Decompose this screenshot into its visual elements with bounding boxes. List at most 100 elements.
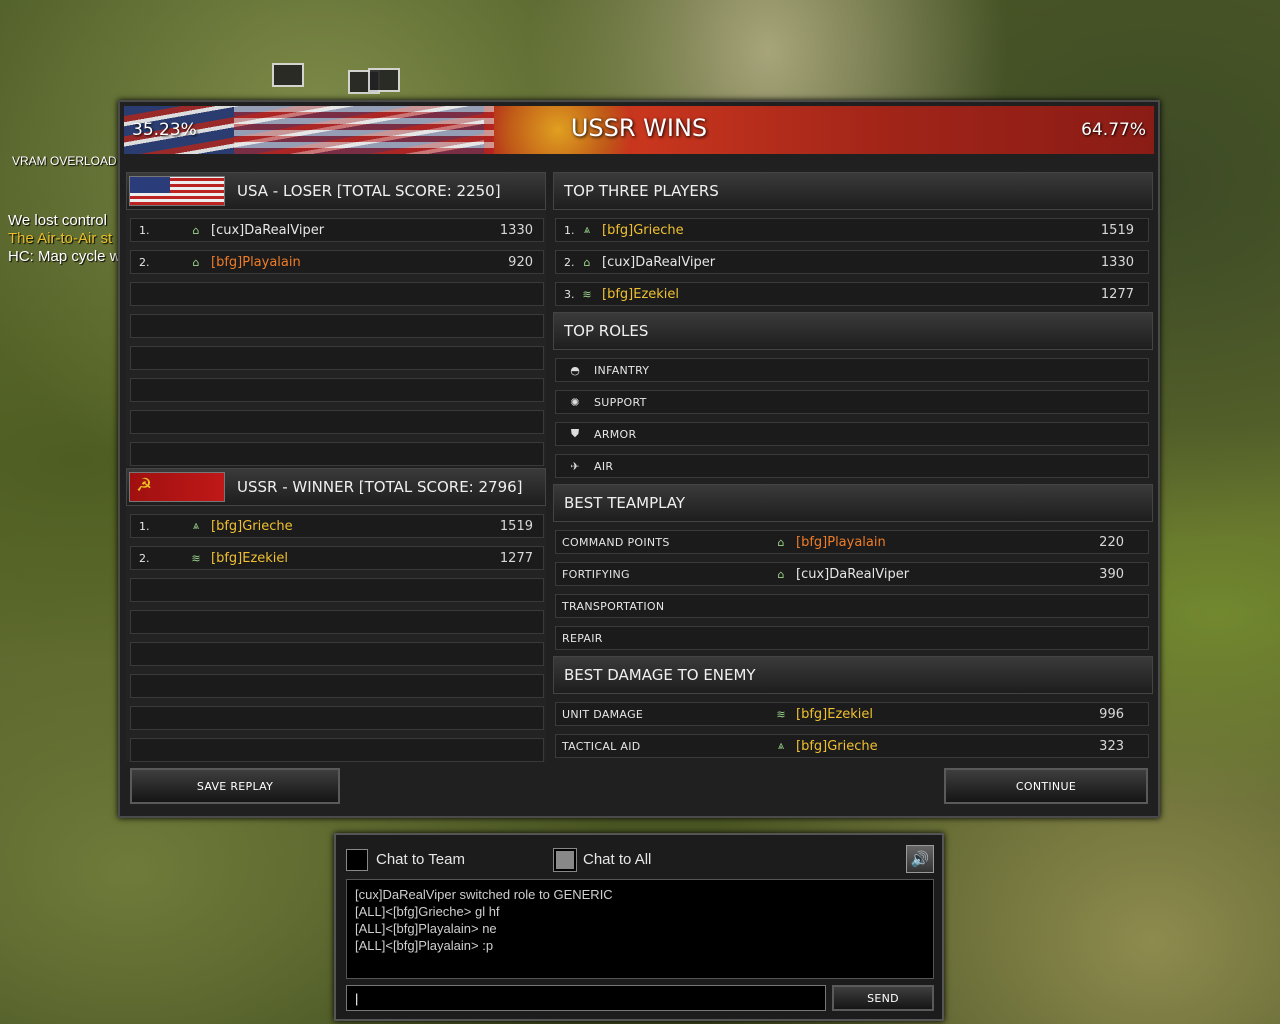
top-roles-list: ◓ INFANTRY ✺ SUPPORT ⛊ ARMOR ✈ AIR bbox=[553, 358, 1153, 478]
player-row: 2. ⌂ [bfg]Playalain 920 bbox=[130, 250, 544, 274]
role-label: INFANTRY bbox=[594, 363, 650, 377]
role-label: ARMOR bbox=[594, 427, 637, 441]
player-row bbox=[130, 706, 544, 730]
award-score: 390 bbox=[1099, 566, 1124, 582]
player-name[interactable]: [bfg]Ezekiel bbox=[602, 287, 679, 302]
player-name[interactable]: [bfg]Grieche bbox=[602, 223, 684, 238]
chat-log: [cux]DaRealViper switched role to GENERI… bbox=[346, 879, 934, 979]
award-label: UNIT DAMAGE bbox=[562, 707, 644, 721]
helmet-icon: ◓ bbox=[570, 363, 580, 377]
player-row bbox=[130, 314, 544, 338]
chat-to-team-label: Chat to Team bbox=[376, 851, 465, 868]
award-player[interactable]: [cux]DaRealViper bbox=[796, 567, 909, 582]
usa-team-header: USA - LOSER [TOTAL SCORE: 2250] bbox=[126, 172, 546, 210]
usa-team-panel: USA - LOSER [TOTAL SCORE: 2250] 1. ⌂ [cux]… bbox=[126, 172, 546, 466]
ussr-team-title: USSR - WINNER [TOTAL SCORE: 2796] bbox=[237, 478, 523, 496]
chat-message: [ALL]<[bfg]Grieche> gl hf bbox=[355, 904, 500, 919]
award-row: TRANSPORTATION bbox=[555, 594, 1149, 618]
ussr-team-panel: USSR - WINNER [TOTAL SCORE: 2796] 1. ⩓ [bf… bbox=[126, 468, 546, 762]
player-rank: 2. bbox=[139, 255, 150, 269]
player-score: 1330 bbox=[1100, 254, 1134, 270]
save-replay-button[interactable]: SAVE REPLAY bbox=[130, 768, 340, 804]
award-score: 996 bbox=[1099, 706, 1124, 722]
sergeant-rank-icon: ≋ bbox=[776, 707, 786, 721]
player-row: 1. ⩓ [bfg]Grieche 1519 bbox=[130, 514, 544, 538]
usa-team-title: USA - LOSER [TOTAL SCORE: 2250] bbox=[237, 182, 501, 200]
player-row: 3. ≋ [bfg]Ezekiel 1277 bbox=[555, 282, 1149, 306]
player-name[interactable]: [bfg]Ezekiel bbox=[211, 551, 288, 566]
chat-input[interactable] bbox=[346, 985, 826, 1011]
player-row bbox=[130, 378, 544, 402]
player-row bbox=[130, 578, 544, 602]
award-row: TACTICAL AID ⩓ [bfg]Grieche 323 bbox=[555, 734, 1149, 758]
ussr-team-header: USSR - WINNER [TOTAL SCORE: 2796] bbox=[126, 468, 546, 506]
hud-message: The Air-to-Air st bbox=[8, 230, 113, 247]
chat-message: [cux]DaRealViper switched role to GENERI… bbox=[355, 887, 613, 902]
winner-title: USSR WINS bbox=[570, 114, 708, 142]
private-rank-icon: ⌂ bbox=[583, 255, 591, 269]
map-marker bbox=[368, 68, 400, 92]
player-name[interactable]: [cux]DaRealViper bbox=[602, 255, 715, 270]
role-label: AIR bbox=[594, 459, 614, 473]
chat-message: [ALL]<[bfg]Playalain> :p bbox=[355, 938, 494, 953]
chat-message: [ALL]<[bfg]Playalain> ne bbox=[355, 921, 497, 936]
player-name[interactable]: [cux]DaRealViper bbox=[211, 223, 324, 238]
player-row: 1. ⩓ [bfg]Grieche 1519 bbox=[555, 218, 1149, 242]
award-player[interactable]: [bfg]Ezekiel bbox=[796, 707, 873, 722]
top-three-header: TOP THREE PLAYERS bbox=[553, 172, 1153, 210]
hud-message: We lost control bbox=[8, 212, 107, 229]
stats-column: TOP THREE PLAYERS 1. ⩓ [bfg]Grieche 1519 2. ⌂… bbox=[553, 172, 1153, 758]
award-player[interactable]: [bfg]Grieche bbox=[796, 739, 878, 754]
player-score: 1277 bbox=[1100, 286, 1134, 302]
usa-flag-icon bbox=[129, 176, 225, 206]
player-score: 920 bbox=[508, 254, 533, 270]
private-rank-icon: ⌂ bbox=[192, 255, 200, 269]
sergeant-rank-icon: ≋ bbox=[191, 551, 201, 565]
top-three-list: 1. ⩓ [bfg]Grieche 1519 2. ⌂ [cux]DaRealViper 13… bbox=[553, 218, 1153, 306]
ussr-percent: 64.77% bbox=[1081, 120, 1146, 140]
player-rank: 1. bbox=[139, 223, 150, 237]
top-roles-header: TOP ROLES bbox=[553, 312, 1153, 350]
player-row: 1. ⌂ [cux]DaRealViper 1330 bbox=[130, 218, 544, 242]
teamplay-header: BEST TEAMPLAY bbox=[553, 484, 1153, 522]
award-label: FORTIFYING bbox=[562, 567, 630, 581]
player-row bbox=[130, 610, 544, 634]
player-name[interactable]: [bfg]Playalain bbox=[211, 255, 301, 270]
speaker-icon[interactable]: 🔊 bbox=[906, 845, 934, 873]
award-label: TRANSPORTATION bbox=[562, 599, 665, 613]
award-label: TACTICAL AID bbox=[562, 739, 641, 753]
usa-player-list: 1. ⌂ [cux]DaRealViper 1330 2. ⌂ [bfg]Playalain… bbox=[126, 218, 546, 466]
player-row bbox=[130, 674, 544, 698]
ussr-flag-icon bbox=[129, 472, 225, 502]
award-row: UNIT DAMAGE ≋ [bfg]Ezekiel 996 bbox=[555, 702, 1149, 726]
player-row bbox=[130, 738, 544, 762]
private-rank-icon: ⌂ bbox=[192, 223, 200, 237]
corporal-rank-icon: ⩓ bbox=[192, 519, 200, 532]
damage-list: UNIT DAMAGE ≋ [bfg]Ezekiel 996 TACTICAL AID ⩓… bbox=[553, 702, 1153, 758]
player-score: 1277 bbox=[499, 550, 533, 566]
player-rank: 1. bbox=[139, 519, 150, 533]
map-marker bbox=[272, 63, 304, 87]
player-row bbox=[130, 410, 544, 434]
award-row: FORTIFYING ⌂ [cux]DaRealViper 390 bbox=[555, 562, 1149, 586]
chat-to-team-checkbox[interactable] bbox=[346, 849, 368, 871]
award-player[interactable]: [bfg]Playalain bbox=[796, 535, 886, 550]
ussr-player-list: 1. ⩓ [bfg]Grieche 1519 2. ≋ [bfg]Ezekiel 1277 bbox=[126, 514, 546, 762]
award-label: REPAIR bbox=[562, 631, 603, 645]
continue-button[interactable]: CONTINUE bbox=[944, 768, 1148, 804]
award-row: REPAIR bbox=[555, 626, 1149, 650]
award-label: COMMAND POINTS bbox=[562, 535, 670, 549]
player-name[interactable]: [bfg]Grieche bbox=[211, 519, 293, 534]
send-button[interactable]: SEND bbox=[832, 985, 934, 1011]
teamplay-list: COMMAND POINTS ⌂ [bfg]Playalain 220 FORTIFYI… bbox=[553, 530, 1153, 650]
award-row: COMMAND POINTS ⌂ [bfg]Playalain 220 bbox=[555, 530, 1149, 554]
hud-message: HC: Map cycle w bbox=[8, 248, 121, 265]
player-rank: 2. bbox=[564, 255, 575, 269]
chat-to-all-checkbox[interactable] bbox=[554, 849, 576, 871]
award-score: 220 bbox=[1099, 534, 1124, 550]
corporal-rank-icon: ⩓ bbox=[777, 739, 785, 752]
damage-header: BEST DAMAGE TO ENEMY bbox=[553, 656, 1153, 694]
role-label: SUPPORT bbox=[594, 395, 647, 409]
role-row: ⛊ ARMOR bbox=[555, 422, 1149, 446]
player-rank: 1. bbox=[564, 223, 575, 237]
